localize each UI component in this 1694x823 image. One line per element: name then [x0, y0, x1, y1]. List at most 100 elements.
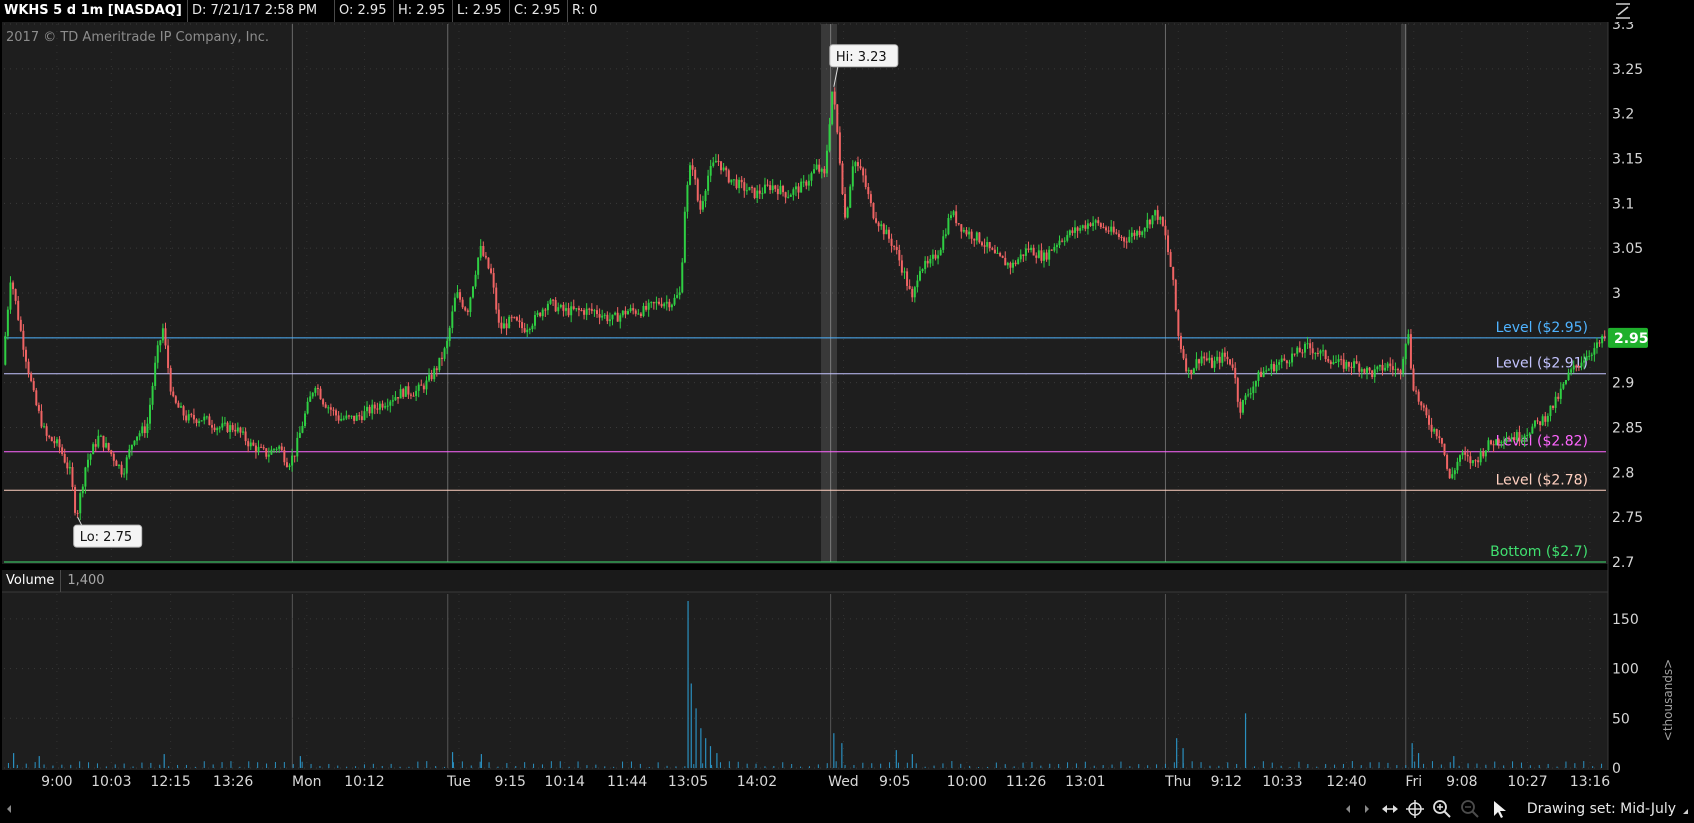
scroll-left-icon[interactable] [4, 804, 14, 814]
pan-arrows-icon[interactable] [1380, 799, 1400, 819]
candle-body [1247, 394, 1250, 396]
candle-body [291, 455, 294, 466]
candle-body [397, 397, 400, 399]
candle-body [650, 302, 653, 304]
candle-body [825, 150, 828, 174]
candle-body [611, 314, 614, 320]
scroll-next-icon[interactable] [1362, 804, 1372, 814]
candle-body [1329, 361, 1332, 365]
candle-body [823, 168, 826, 174]
candle-body [1061, 240, 1064, 242]
scroll-prev-icon[interactable] [1343, 804, 1353, 814]
volume-label[interactable]: Volume [0, 570, 62, 592]
candle-body [1327, 359, 1330, 362]
candle-body [720, 161, 723, 171]
candle-body [585, 308, 588, 315]
candle-body [616, 312, 619, 322]
candle-body [428, 374, 431, 381]
candle-body [270, 449, 273, 455]
candle-body [484, 255, 487, 258]
candle-body [229, 425, 232, 432]
candle-body [911, 288, 914, 298]
copyright-text: 2017 © TD Ameritrade IP Company, Inc. [6, 30, 270, 45]
candle-body [577, 308, 580, 311]
candle-body [159, 340, 162, 346]
candle-body [761, 193, 764, 195]
candle-body [580, 310, 583, 312]
candle-body [161, 328, 164, 341]
candle-body [645, 305, 648, 310]
level-label: Level ($2.78) [1496, 472, 1588, 488]
candle-body [84, 467, 87, 487]
candle-body [1588, 355, 1591, 357]
candle-body [1420, 401, 1423, 406]
candle-body [890, 238, 893, 246]
candle-body [1549, 405, 1552, 416]
candle-body [694, 169, 697, 180]
candle-body [262, 447, 265, 449]
open-label: O: 2.95 [334, 0, 392, 22]
candle-body [939, 249, 942, 256]
candle-body [787, 196, 790, 198]
candle-body [260, 446, 263, 448]
candle-body [316, 388, 319, 390]
candle-body [882, 224, 885, 235]
candle-body [681, 262, 684, 293]
candle-body [725, 167, 728, 171]
cursor-pointer-icon[interactable] [1490, 799, 1510, 819]
candle-body [1391, 366, 1394, 370]
candle-body [1396, 369, 1399, 371]
candle-body [492, 272, 495, 288]
candle-body [1270, 363, 1273, 370]
candle-body [676, 295, 679, 298]
candle-body [477, 257, 480, 275]
chart-canvas[interactable]: 2.7 2.75 2.8 2.85 2.9 2.95 3 3.05 3.1 3.15 3.2 3.25… [0, 0, 1694, 823]
candle-body [955, 211, 958, 224]
candle-body [900, 260, 903, 273]
candle-body [174, 396, 177, 403]
candle-body [1435, 429, 1438, 437]
candle-body [658, 301, 661, 304]
candle-body [1037, 250, 1040, 258]
zoom-in-icon[interactable] [1432, 799, 1452, 819]
time-tick-label: 10:12 [344, 774, 384, 790]
candle-body [500, 322, 503, 329]
candle-body [1557, 396, 1560, 399]
candle-body [637, 313, 640, 315]
candle-body [342, 418, 345, 420]
candle-body [1590, 354, 1593, 356]
time-tick-label: 13:16 [1570, 774, 1610, 790]
style-settings-icon[interactable] [1612, 0, 1634, 22]
candle-body [1257, 371, 1260, 381]
candle-body [872, 203, 875, 219]
candle-body [1154, 210, 1157, 216]
candle-body [632, 308, 635, 311]
candle-body [1130, 232, 1133, 237]
candle-body [156, 345, 159, 363]
symbol-label[interactable]: WKHS 5 d 1m [NASDAQ] [0, 0, 188, 22]
candle-body [1342, 359, 1345, 369]
time-tick-label: Wed [828, 774, 859, 790]
candle-body [634, 310, 637, 314]
candle-body [934, 254, 937, 259]
volume-tick-label: 50 [1612, 711, 1630, 727]
candle-body [1306, 343, 1309, 345]
candle-body [1164, 225, 1167, 236]
drawing-set-selector[interactable]: Drawing set: Mid-July [1527, 795, 1676, 823]
drawing-set-caret-icon[interactable] [1683, 809, 1688, 814]
candle-body [1151, 215, 1154, 225]
time-tick-label: 10:27 [1507, 774, 1547, 790]
candle-body [1428, 415, 1431, 425]
zoom-out-icon[interactable] [1460, 799, 1480, 819]
time-tick-label: 11:26 [1006, 774, 1046, 790]
crosshair-icon[interactable] [1405, 799, 1425, 819]
candle-body [151, 385, 154, 405]
candle-body [203, 416, 206, 421]
time-tick-label: 9:05 [879, 774, 910, 790]
candle-body [115, 460, 118, 466]
candle-body [353, 415, 356, 421]
candle-body [9, 282, 12, 310]
candle-body [249, 442, 252, 447]
candle-body [12, 282, 15, 290]
candle-body [347, 415, 350, 417]
